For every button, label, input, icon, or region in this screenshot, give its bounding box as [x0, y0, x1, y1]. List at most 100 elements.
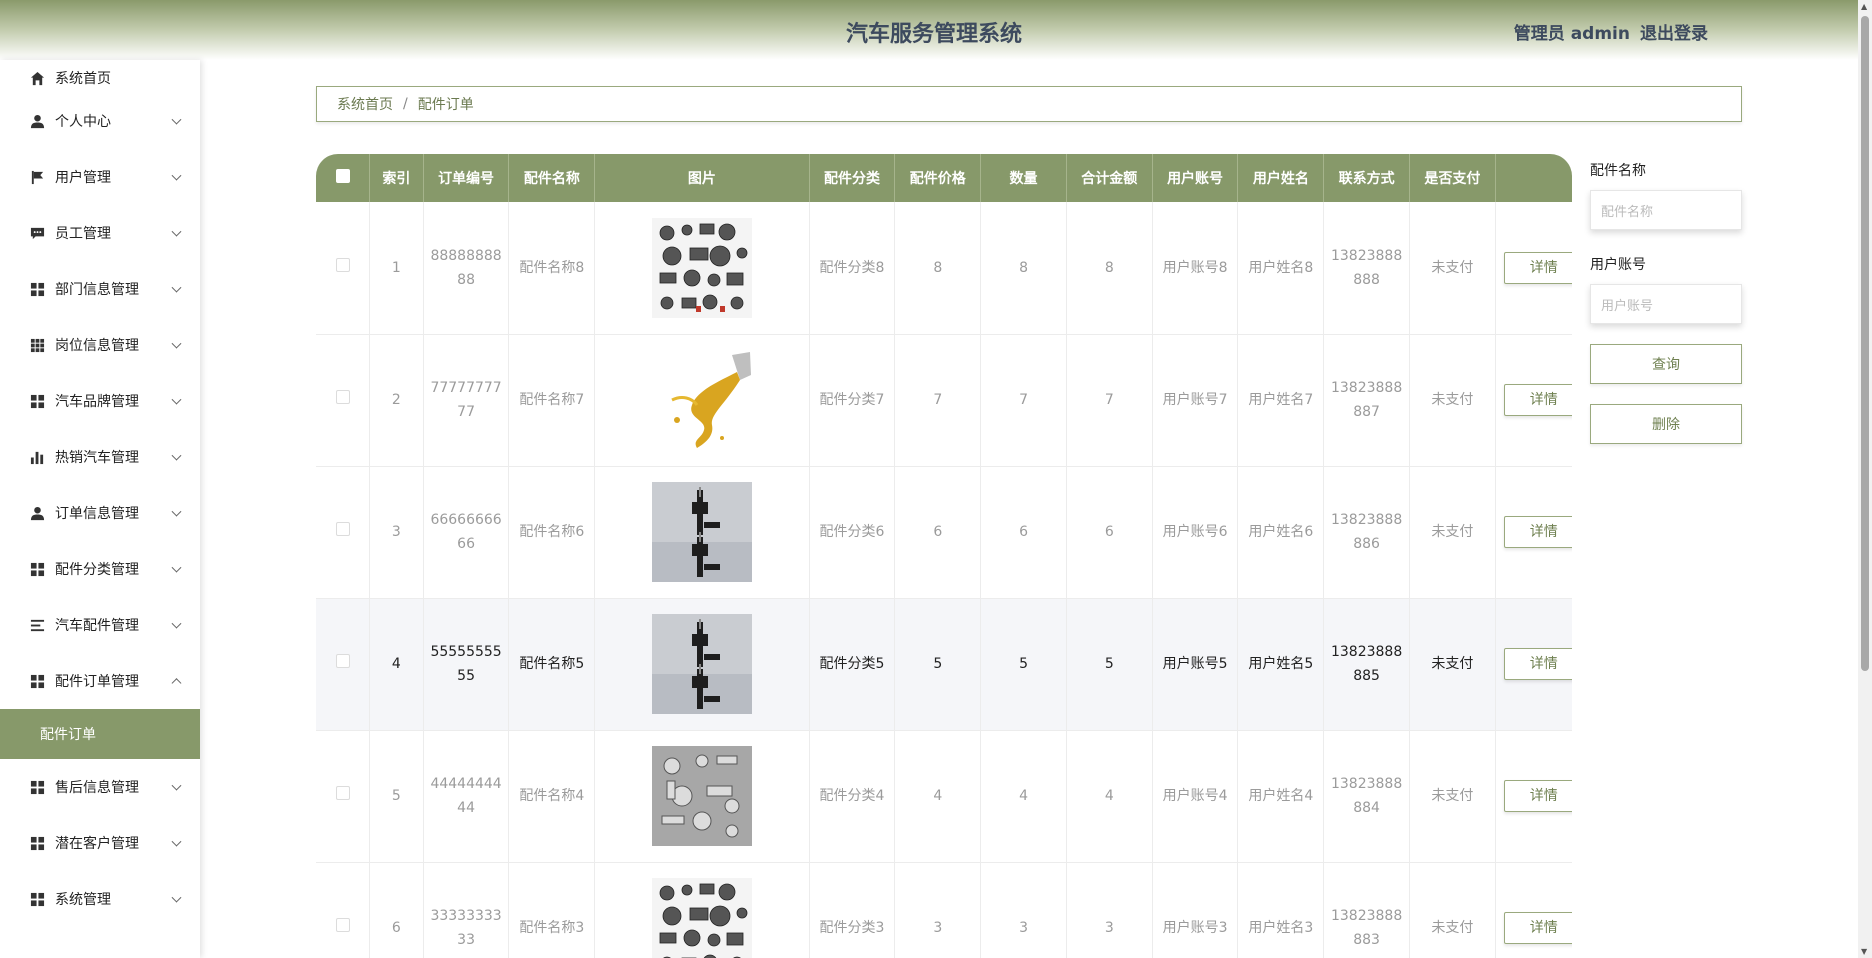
column-header: 订单编号 [423, 154, 510, 202]
detail-button[interactable]: 详情 [1503, 516, 1572, 548]
sidebar-item-3[interactable]: 员工管理 [0, 205, 200, 261]
detail-button[interactable]: 详情 [1503, 251, 1572, 284]
sidebar-item-5[interactable]: 岗位信息管理 [0, 317, 200, 373]
cell-phone: 13823888883 [1323, 862, 1410, 958]
detail-button[interactable]: 详情 [1503, 648, 1572, 680]
user-role: 管理员 [1513, 24, 1565, 44]
column-header: 图片 [594, 154, 810, 202]
cell-qty: 4 [980, 730, 1067, 863]
cell-username: 用户姓名8 [1237, 202, 1325, 335]
cell-price: 4 [894, 730, 982, 863]
cell-category: 配件分类8 [809, 202, 896, 335]
submenu-item-active[interactable]: 配件订单 [0, 709, 200, 759]
query-button[interactable]: 查询 [1590, 344, 1742, 384]
sidebar-item-label: 用户管理 [55, 170, 111, 186]
select-all-checkbox-cell[interactable] [316, 154, 371, 202]
vertical-scrollbar[interactable]: ▲ ▼ [1858, 0, 1872, 958]
sidebar-item-label: 订单信息管理 [55, 506, 139, 522]
top-header: 汽车服务管理系统 管理员 admin 退出登录 [0, 0, 1858, 60]
table-row[interactable]: 1 8888888888 配件名称8 配件分类8 8 8 8 用户账号8 用户姓名8 138238… [316, 202, 1572, 335]
row-checkbox-cell[interactable] [316, 730, 371, 863]
column-header: 配件名称 [508, 154, 596, 202]
row-checkbox-cell[interactable] [316, 862, 371, 958]
part-image [601, 878, 802, 958]
cell-total: 5 [1066, 598, 1153, 731]
row-checkbox[interactable] [335, 522, 350, 536]
cell-order_no: 8888888888 [423, 202, 510, 335]
cell-index: 2 [369, 334, 424, 467]
cell-username: 用户姓名6 [1237, 466, 1325, 599]
row-checkbox-cell[interactable] [316, 598, 371, 731]
detail-button[interactable]: 详情 [1503, 912, 1572, 944]
sidebar-item-11[interactable]: 配件订单管理 [0, 653, 200, 709]
user-account-label: 用户账号 [1590, 257, 1646, 273]
cell-category: 配件分类4 [809, 730, 896, 863]
table-row[interactable]: 6 3333333333 配件名称3 配件分类3 3 3 3 用户账号3 用户姓名3 138238… [316, 862, 1572, 958]
sidebar-item-9[interactable]: 配件分类管理 [0, 541, 200, 597]
cell-order_no: 3333333333 [423, 862, 510, 958]
cell-order_no: 4444444444 [423, 730, 510, 863]
cell-paid: 未支付 [1409, 862, 1496, 958]
sidebar-item-0[interactable]: 系统首页 [0, 63, 200, 93]
detail-button[interactable]: 详情 [1503, 384, 1572, 416]
chevron-down-icon [171, 618, 182, 629]
cell-category: 配件分类7 [809, 334, 896, 467]
row-checkbox-cell[interactable] [316, 466, 371, 599]
sidebar-item-7[interactable]: 热销汽车管理 [0, 429, 200, 485]
row-checkbox[interactable] [335, 390, 350, 404]
cell-price: 6 [894, 466, 982, 599]
scroll-up-icon[interactable]: ▲ [1861, 2, 1867, 11]
user-account-input[interactable]: 用户账号 [1590, 284, 1742, 324]
part-image [601, 614, 802, 714]
person-icon [30, 506, 45, 521]
sidebar-item-2[interactable]: 用户管理 [0, 149, 200, 205]
table-row[interactable]: 4 5555555555 配件名称5 配件分类5 5 5 5 用户账号5 用户姓名5 138238… [316, 598, 1572, 731]
sidebar-item-13[interactable]: 潜在客户管理 [0, 815, 200, 871]
table-row[interactable]: 2 7777777777 配件名称7 配件分类7 7 7 7 用户账号7 用户姓名7 138238… [316, 334, 1572, 467]
cell-qty: 5 [980, 598, 1067, 731]
sidebar-item-14[interactable]: 系统管理 [0, 871, 200, 927]
sidebar-item-label: 系统首页 [55, 71, 111, 87]
cell-paid: 未支付 [1409, 466, 1496, 599]
table-row[interactable]: 3 6666666666 配件名称6 配件分类6 6 6 6 用户账号6 用户姓名6 138238… [316, 466, 1572, 599]
chevron-down-icon [171, 450, 182, 461]
sidebar-item-4[interactable]: 部门信息管理 [0, 261, 200, 317]
row-checkbox[interactable] [335, 786, 350, 800]
column-header: 是否支付 [1409, 154, 1496, 202]
column-header: 联系方式 [1323, 154, 1410, 202]
cell-username: 用户姓名3 [1237, 862, 1325, 958]
cell-price: 7 [894, 334, 982, 467]
sidebar-item-1[interactable]: 个人中心 [0, 93, 200, 149]
row-checkbox[interactable] [335, 654, 350, 668]
cell-order_no: 5555555555 [423, 598, 510, 731]
bar-chart-icon [30, 450, 45, 465]
cell-price: 8 [894, 202, 982, 335]
sidebar-item-label: 个人中心 [55, 114, 111, 130]
sidebar-item-6[interactable]: 汽车品牌管理 [0, 373, 200, 429]
row-checkbox-cell[interactable] [316, 202, 371, 335]
delete-button[interactable]: 删除 [1590, 404, 1742, 444]
detail-button[interactable]: 详情 [1503, 780, 1572, 812]
table-header-row: 索引 订单编号 配件名称 图片 配件分类 配件价格 数量 合计金额 用户账号 用户姓名 联系方式 是否… [316, 154, 1572, 202]
scrollbar-thumb[interactable] [1861, 16, 1869, 671]
row-checkbox-cell[interactable] [316, 334, 371, 467]
sidebar-item-10[interactable]: 汽车配件管理 [0, 597, 200, 653]
sidebar-item-label: 热销汽车管理 [55, 450, 139, 466]
column-header: 操作 [1495, 154, 1572, 202]
cell-phone: 13823888887 [1323, 334, 1410, 467]
sidebar-item-12[interactable]: 售后信息管理 [0, 759, 200, 815]
logout-link[interactable]: 退出登录 [1640, 24, 1708, 44]
column-header: 用户姓名 [1237, 154, 1325, 202]
scroll-down-icon[interactable]: ▼ [1861, 947, 1867, 956]
sidebar-item-8[interactable]: 订单信息管理 [0, 485, 200, 541]
row-checkbox[interactable] [335, 257, 350, 272]
breadcrumb-home[interactable]: 系统首页 [337, 94, 393, 114]
grid-nine-icon [30, 338, 45, 353]
chevron-down-icon [171, 282, 182, 293]
row-checkbox[interactable] [335, 918, 350, 932]
select-all-checkbox[interactable] [335, 169, 350, 183]
table-row[interactable]: 5 4444444444 配件名称4 配件分类4 4 4 4 用户账号4 用户姓名4 138238… [316, 730, 1572, 863]
cell-index: 6 [369, 862, 424, 958]
parts-name-input[interactable]: 配件名称 [1590, 190, 1742, 230]
cell-username: 用户姓名4 [1237, 730, 1325, 863]
